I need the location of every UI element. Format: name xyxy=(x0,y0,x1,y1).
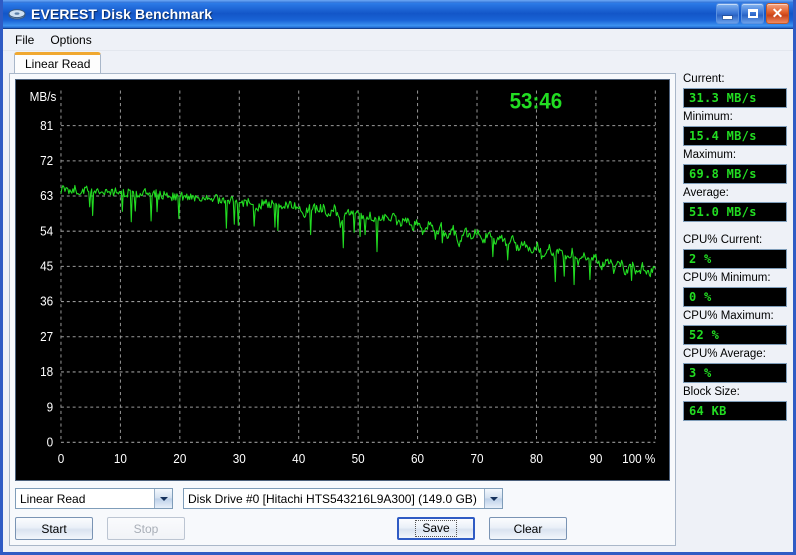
stat-block: Current: 31.3 MB/s xyxy=(683,73,787,108)
stat-block: CPU% Minimum: 0 % xyxy=(683,272,787,307)
stat-label: Current: xyxy=(683,73,725,85)
stat-block: CPU% Average: 3 % xyxy=(683,348,787,383)
window-title: EVEREST Disk Benchmark xyxy=(31,6,213,22)
y-axis-tick-label: 81 xyxy=(40,118,53,132)
stat-value: 64 KB xyxy=(683,401,787,421)
stat-value: 2 % xyxy=(683,249,787,269)
x-axis-tick-label: 40 xyxy=(292,452,305,466)
maximize-button[interactable] xyxy=(741,3,764,24)
stat-label: Minimum: xyxy=(683,111,733,123)
button-row: Start Stop Save Clear xyxy=(15,517,670,540)
stat-block: CPU% Maximum: 52 % xyxy=(683,310,787,345)
start-button[interactable]: Start xyxy=(15,517,93,540)
drive-select-value: Disk Drive #0 [Hitachi HTS543216L9A300] … xyxy=(188,491,477,506)
menu-item-options[interactable]: Options xyxy=(44,31,99,49)
stat-value: 15.4 MB/s xyxy=(683,126,787,146)
save-button-label: Save xyxy=(415,520,457,537)
stat-block: Block Size: 64 KB xyxy=(683,386,787,421)
title-bar: EVEREST Disk Benchmark ✕ xyxy=(3,0,793,29)
stat-value: 3 % xyxy=(683,363,787,383)
x-axis-tick-label: 0 xyxy=(58,452,65,466)
chevron-down-icon[interactable] xyxy=(154,489,172,508)
tab-linear-read-label: Linear Read xyxy=(25,57,91,71)
y-axis-tick-label: 72 xyxy=(40,154,53,168)
menu-item-file[interactable]: File xyxy=(9,31,42,49)
tab-linear-read[interactable]: Linear Read xyxy=(14,52,102,73)
stat-label: Average: xyxy=(683,187,729,199)
stat-value: 31.3 MB/s xyxy=(683,88,787,108)
maximize-icon xyxy=(747,9,758,18)
control-panel: Linear Read Disk Drive #0 [Hitachi HTS54… xyxy=(15,481,670,540)
y-axis-tick-label: 9 xyxy=(47,400,54,414)
x-axis-tick-label: 10 xyxy=(114,452,127,466)
stat-block: Maximum: 69.8 MB/s xyxy=(683,149,787,184)
start-button-label: Start xyxy=(41,521,67,536)
statistics-panel: Current: 31.3 MB/s Minimum: 15.4 MB/s Maximu… xyxy=(683,51,787,546)
y-axis-tick-label: 63 xyxy=(40,189,53,203)
x-axis-tick-label: 100 % xyxy=(622,452,655,466)
benchmark-mode-select[interactable]: Linear Read xyxy=(15,488,173,509)
x-axis-tick-label: 60 xyxy=(411,452,424,466)
x-axis-tick-label: 30 xyxy=(233,452,246,466)
menu-bar: File Options xyxy=(3,29,793,51)
stat-label: CPU% Average: xyxy=(683,348,766,360)
drive-select[interactable]: Disk Drive #0 [Hitachi HTS543216L9A300] … xyxy=(183,488,503,509)
stop-button: Stop xyxy=(107,517,185,540)
benchmark-mode-value: Linear Read xyxy=(20,491,86,506)
left-column: Linear Read 0 9 18 27 36 45 54 63 72 81 0 10 20 30 40… xyxy=(9,51,676,546)
stat-value: 69.8 MB/s xyxy=(683,164,787,184)
y-axis-tick-label: 27 xyxy=(40,330,53,344)
x-axis-tick-label: 80 xyxy=(530,452,543,466)
application-window: EVEREST Disk Benchmark ✕ File Options Li… xyxy=(0,0,796,555)
tab-strip: Linear Read xyxy=(9,51,676,73)
disk-platter-icon xyxy=(8,5,26,23)
x-axis-tick-label: 70 xyxy=(470,452,483,466)
stat-value: 52 % xyxy=(683,325,787,345)
window-controls: ✕ xyxy=(716,3,789,24)
window-body: Linear Read 0 9 18 27 36 45 54 63 72 81 0 10 20 30 40… xyxy=(3,51,793,552)
clear-button-label: Clear xyxy=(513,521,543,536)
y-axis-tick-label: 0 xyxy=(47,435,54,449)
clear-button[interactable]: Clear xyxy=(489,517,567,540)
save-button[interactable]: Save xyxy=(397,517,475,540)
stat-block: CPU% Current: 2 % xyxy=(683,234,787,269)
stat-block: Minimum: 15.4 MB/s xyxy=(683,111,787,146)
chevron-down-icon[interactable] xyxy=(484,489,502,508)
stop-button-label: Stop xyxy=(133,521,159,536)
selector-row: Linear Read Disk Drive #0 [Hitachi HTS54… xyxy=(15,488,670,509)
chart-background xyxy=(16,80,669,480)
y-axis-tick-label: 54 xyxy=(40,224,53,238)
y-axis-tick-label: 18 xyxy=(40,365,53,379)
stat-value: 51.0 MB/s xyxy=(683,202,787,222)
minimize-icon xyxy=(723,15,732,19)
minimize-button[interactable] xyxy=(716,3,739,24)
chart-canvas: 0 9 18 27 36 45 54 63 72 81 0 10 20 30 40 50 60 70 80 90 10… xyxy=(16,80,669,480)
stat-label: CPU% Minimum: xyxy=(683,272,771,284)
y-axis-tick-label: 45 xyxy=(40,259,53,273)
linear-read-chart: 0 9 18 27 36 45 54 63 72 81 0 10 20 30 40 50 60 70 80 90 10… xyxy=(15,79,670,481)
stat-label: CPU% Maximum: xyxy=(683,310,774,322)
x-axis-tick-label: 50 xyxy=(352,452,365,466)
close-button[interactable]: ✕ xyxy=(766,3,789,24)
chart-timer-label: 53:46 xyxy=(510,89,563,114)
stat-block: Average: 51.0 MB/s xyxy=(683,187,787,222)
stat-value: 0 % xyxy=(683,287,787,307)
y-axis-tick-label: 36 xyxy=(40,294,53,308)
chart-y-axis-unit: MB/s xyxy=(30,90,57,104)
tab-page-linear-read: 0 9 18 27 36 45 54 63 72 81 0 10 20 30 40 50 60 70 80 90 10… xyxy=(9,73,676,546)
x-axis-tick-label: 90 xyxy=(589,452,602,466)
x-axis-tick-label: 20 xyxy=(173,452,186,466)
stat-label: Block Size: xyxy=(683,386,740,398)
stat-label: CPU% Current: xyxy=(683,234,763,246)
close-icon: ✕ xyxy=(771,5,784,21)
stat-label: Maximum: xyxy=(683,149,737,161)
